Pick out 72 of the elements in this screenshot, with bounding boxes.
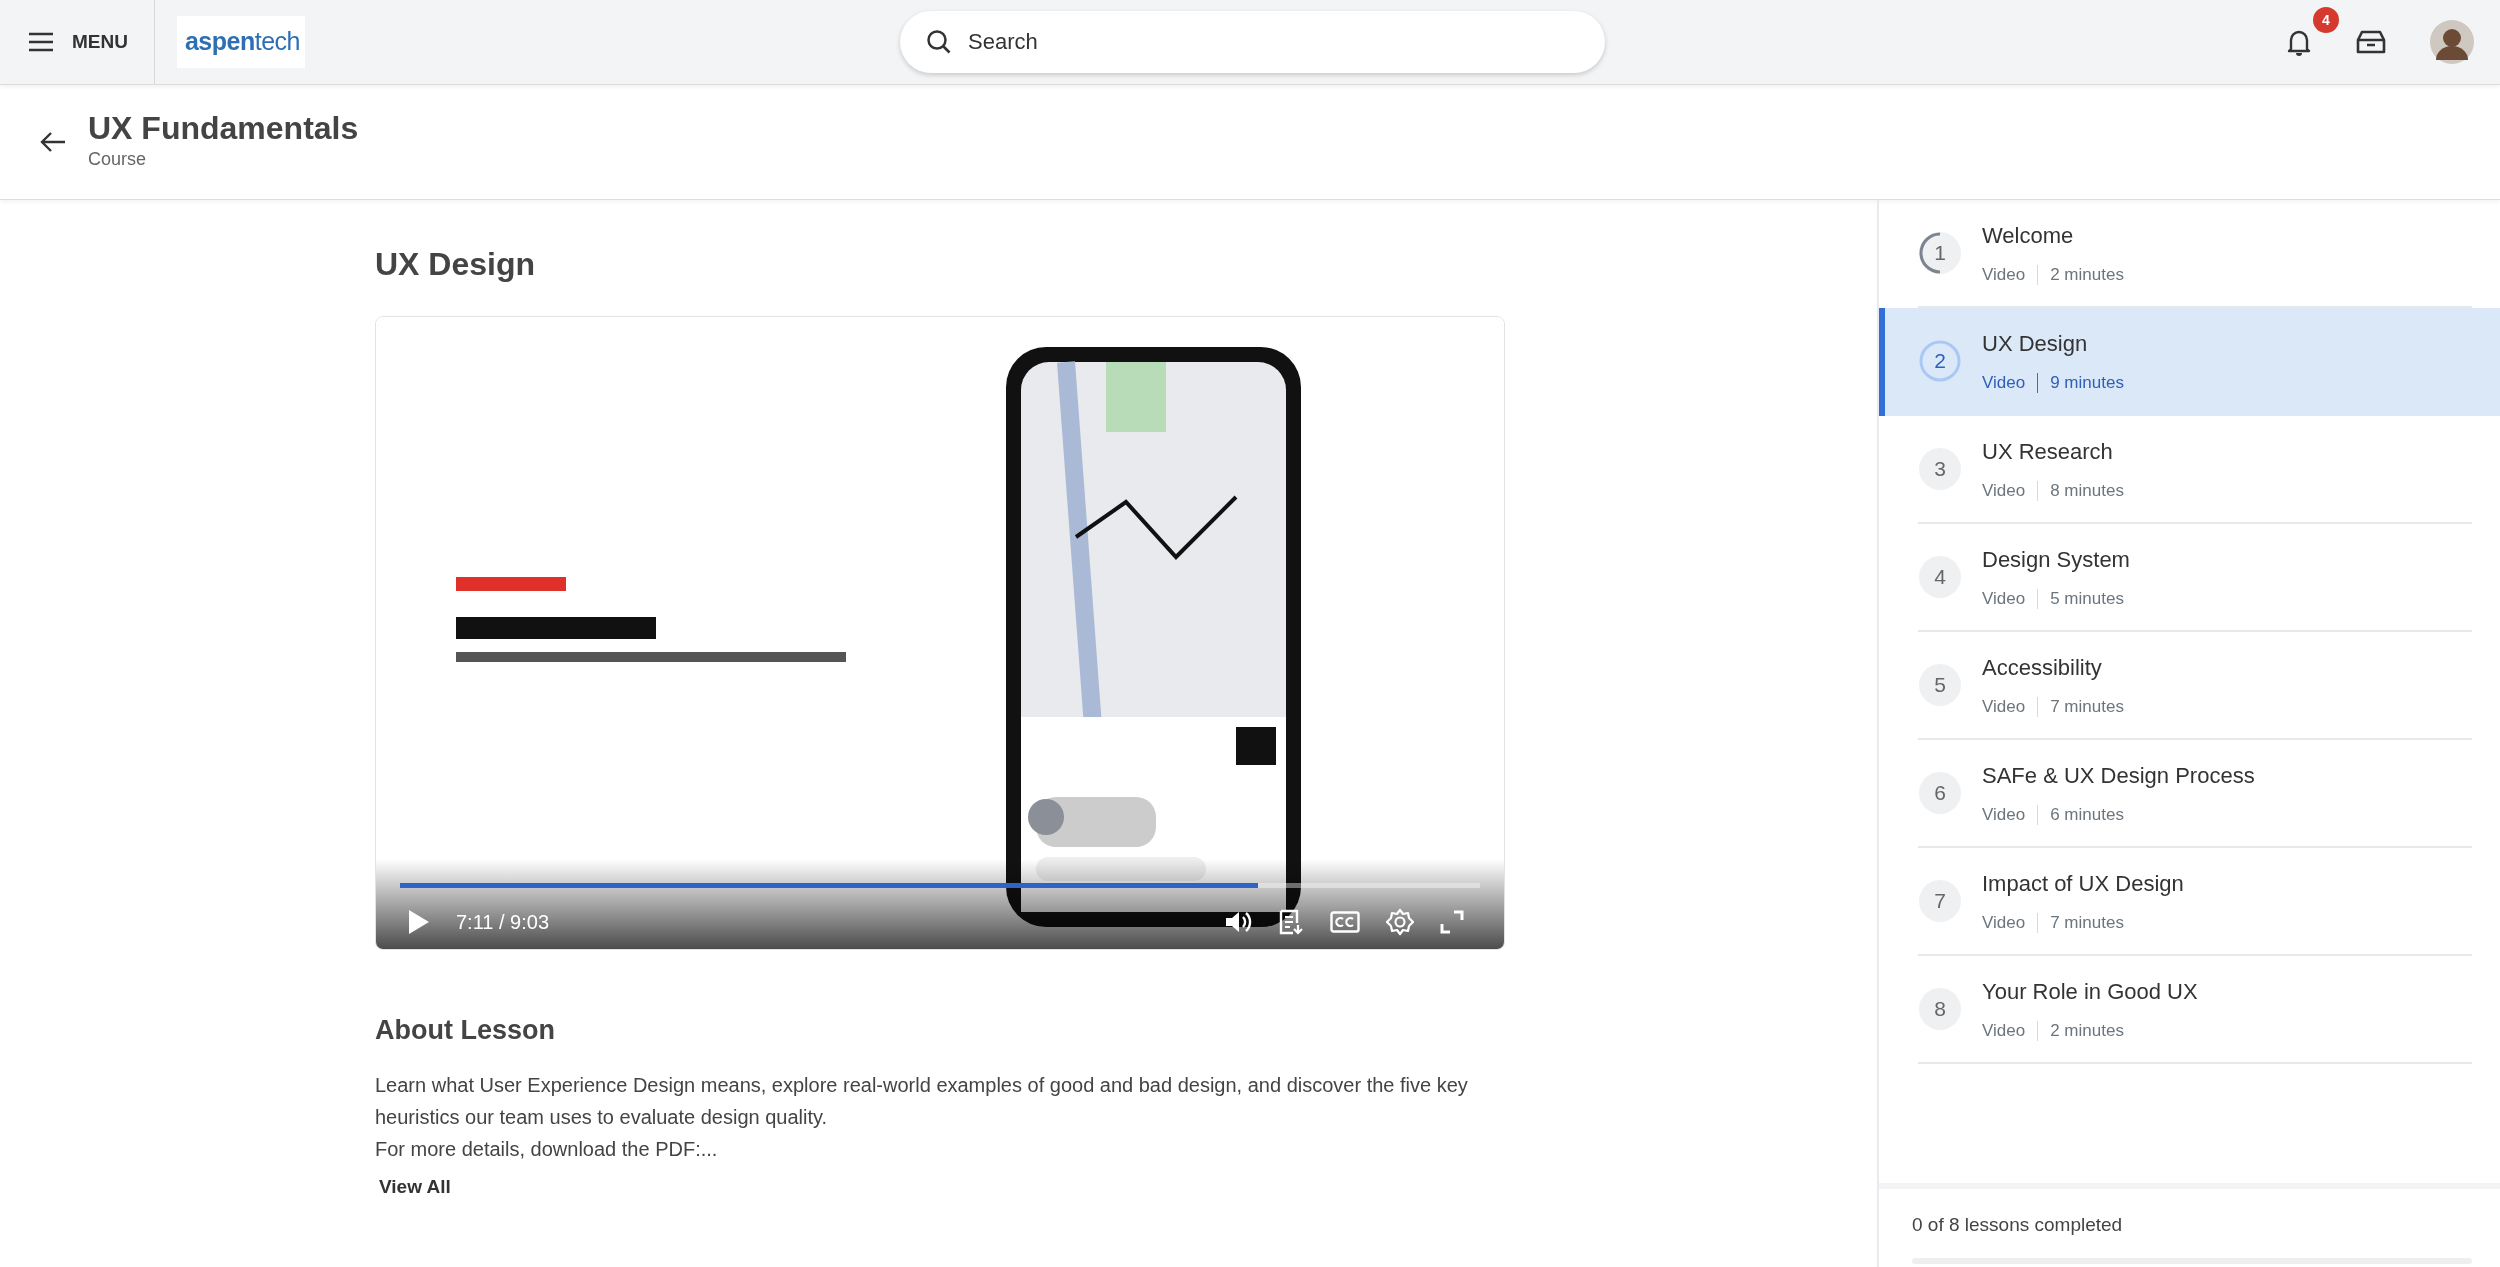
lesson-number: 2: [1918, 339, 1962, 383]
lesson-type: Video: [1982, 1019, 2026, 1042]
lesson-name: Your Role in Good UX: [1982, 977, 2198, 1006]
lesson-name: Impact of UX Design: [1982, 869, 2184, 898]
volume-button[interactable]: [1224, 910, 1252, 934]
lesson-type: Video: [1982, 263, 2026, 286]
lesson-number: 7: [1918, 879, 1962, 923]
lesson-type: Video: [1982, 371, 2026, 394]
lesson-duration: 7 minutes: [2050, 695, 2124, 718]
lesson-name: UX Design: [1982, 329, 2089, 358]
lesson-name: Accessibility: [1982, 653, 2103, 682]
fullscreen-icon: [1440, 910, 1464, 934]
lesson-title: UX Design: [375, 245, 537, 284]
lesson-name: Design System: [1982, 545, 2130, 574]
lesson-number: 3: [1918, 447, 1962, 491]
lesson-number: 1: [1918, 231, 1962, 275]
lesson-item[interactable]: 2 UX Design Video 9 minutes: [1879, 308, 2500, 416]
course-title: UX Fundamentals: [88, 110, 359, 147]
lesson-duration: 5 minutes: [2050, 587, 2124, 610]
back-button[interactable]: [40, 131, 66, 153]
notification-count: 4: [2313, 7, 2339, 33]
lesson-description: Learn what User Experience Design means, explore real-world examples of good and bad design, and discover the five key heuristics our team uses to evaluate design quality.: [375, 1072, 1469, 1130]
lesson-type: Video: [1982, 587, 2026, 610]
volume-icon: [1224, 910, 1252, 934]
logo[interactable]: aspentech: [177, 16, 305, 68]
menu-button[interactable]: MENU: [0, 0, 128, 84]
inbox-button[interactable]: [2356, 30, 2386, 54]
pdf-note: For more details, download the PDF:...: [375, 1136, 719, 1162]
lesson-type: Video: [1982, 695, 2026, 718]
lesson-name: UX Research: [1982, 437, 2114, 466]
lesson-type: Video: [1982, 803, 2026, 826]
lesson-duration: 6 minutes: [2050, 803, 2124, 826]
lesson-type: Video: [1982, 911, 2026, 934]
search-icon: [926, 29, 952, 55]
lesson-name: SAFe & UX Design Process: [1982, 761, 2255, 790]
transcript-button[interactable]: [1278, 909, 1304, 935]
inbox-icon: [2356, 30, 2386, 54]
lesson-duration: 8 minutes: [2050, 479, 2124, 502]
play-icon: [408, 909, 430, 935]
menu-icon: [28, 32, 54, 52]
completion-text: 0 of 8 lessons completed: [1912, 1213, 2124, 1237]
captions-icon: [1330, 911, 1360, 933]
about-heading: About Lesson: [375, 1014, 556, 1047]
avatar[interactable]: [2430, 20, 2474, 64]
lesson-name: Welcome: [1982, 221, 2075, 250]
lesson-item[interactable]: 6 SAFe & UX Design Process Video 6 minutes: [1879, 740, 2500, 848]
lesson-item[interactable]: 8 Your Role in Good UX Video 2 minutes: [1879, 956, 2500, 1064]
lesson-type: Video: [1982, 479, 2026, 502]
lesson-item[interactable]: 5 Accessibility Video 7 minutes: [1879, 632, 2500, 740]
play-button[interactable]: [408, 909, 430, 935]
search-field[interactable]: Search: [900, 11, 1605, 73]
fullscreen-button[interactable]: [1440, 910, 1464, 934]
lesson-item[interactable]: 4 Design System Video 5 minutes: [1879, 524, 2500, 632]
course-type: Course: [88, 148, 148, 172]
captions-button[interactable]: [1330, 911, 1360, 933]
lesson-duration: 2 minutes: [2050, 263, 2124, 286]
view-all-button[interactable]: View All: [375, 1172, 455, 1201]
video-time: 7:11 / 9:03: [456, 910, 550, 935]
lesson-duration: 2 minutes: [2050, 1019, 2124, 1042]
back-arrow-icon: [40, 131, 66, 153]
lesson-item[interactable]: 3 UX Research Video 8 minutes: [1879, 416, 2500, 524]
transcript-icon: [1278, 909, 1304, 935]
lesson-duration: 9 minutes: [2050, 371, 2124, 394]
lesson-item[interactable]: 7 Impact of UX Design Video 7 minutes: [1879, 848, 2500, 956]
lesson-number: 8: [1918, 987, 1962, 1031]
lesson-number: 4: [1918, 555, 1962, 599]
settings-icon: [1386, 908, 1414, 936]
lesson-number: 6: [1918, 771, 1962, 815]
settings-button[interactable]: [1386, 908, 1414, 936]
video-progress-bar[interactable]: [400, 883, 1480, 888]
lesson-duration: 7 minutes: [2050, 911, 2124, 934]
lesson-number: 5: [1918, 663, 1962, 707]
